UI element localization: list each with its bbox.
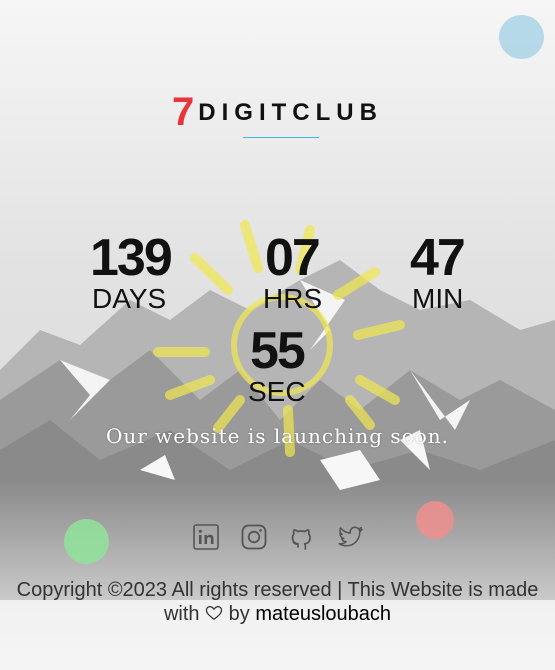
linkedin-icon [192,524,219,550]
countdown-hours-value: 07 [265,229,321,287]
instagram-link[interactable] [239,522,269,552]
countdown-seconds-label: SEC [248,376,306,407]
footer-with: with [163,603,200,625]
logo-text: DIGITCLUB [198,98,383,126]
heart-icon [205,603,229,625]
countdown-seconds-value: 55 [250,322,306,380]
logo-number: 7 [172,90,195,134]
twitter-icon [337,526,363,547]
github-link[interactable] [287,522,317,552]
logo[interactable]: 7 DIGITCLUB [0,90,555,135]
footer-credit: with by mateusloubach [0,602,555,626]
countdown-days-value: 139 [90,229,173,287]
countdown-minutes-label: MIN [412,283,464,314]
twitter-link[interactable] [335,522,365,552]
author-link[interactable]: mateusloubach [255,603,391,625]
footer: Copyright ©2023 All rights reserved | Th… [0,578,555,626]
linkedin-link[interactable] [191,522,221,552]
decorative-bubble-blue [499,15,544,59]
countdown-days-label: DAYS [92,283,167,314]
footer-by: by [228,603,250,625]
logo-underline [243,137,319,138]
github-icon [291,529,311,550]
instagram-icon [241,524,266,550]
launch-tagline: Our website is launching soon. [105,424,450,448]
countdown-minutes-value: 47 [410,229,466,287]
countdown-hours-label: HRS [263,283,323,314]
footer-copyright: Copyright ©2023 All rights reserved | Th… [16,579,539,601]
social-links [0,522,555,552]
